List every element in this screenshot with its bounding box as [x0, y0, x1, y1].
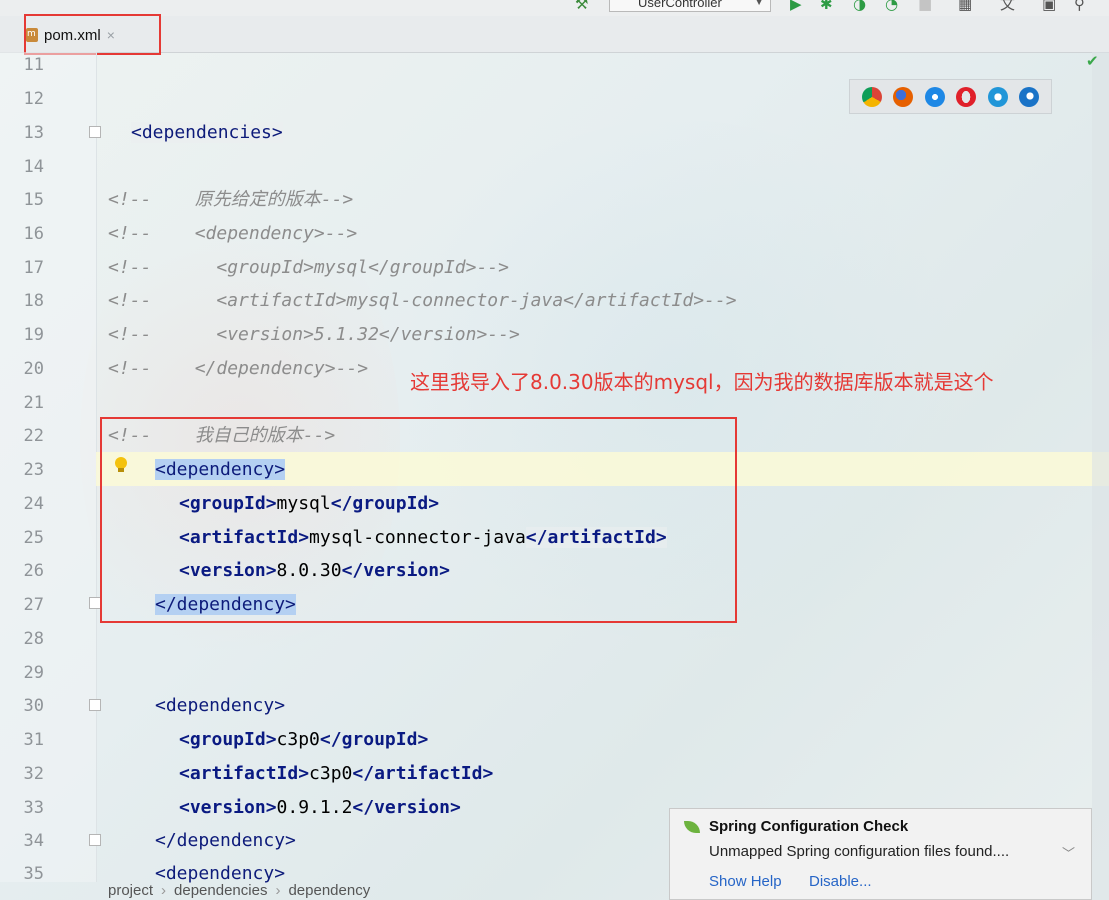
- line-number: 34: [23, 831, 44, 851]
- translate-icon[interactable]: 文: [1000, 0, 1015, 12]
- code-token: </version>: [352, 797, 461, 818]
- opera-icon[interactable]: [956, 86, 977, 107]
- run-configuration-label: UserController: [638, 0, 722, 10]
- code-comment: <!-- 原先给定的版本-->: [108, 189, 354, 210]
- code-token: <version>: [179, 797, 277, 818]
- fold-marker[interactable]: [89, 834, 101, 846]
- line-number: 31: [23, 730, 44, 750]
- notification-title: Spring Configuration Check: [709, 818, 909, 835]
- line-number: 12: [23, 89, 44, 109]
- chevron-down-icon[interactable]: ﹀: [1062, 843, 1075, 862]
- line-number: 15: [23, 190, 44, 210]
- breadcrumb-separator: ›: [275, 882, 281, 899]
- run-configuration-select[interactable]: UserController ▼: [609, 0, 771, 12]
- edge-icon[interactable]: [1019, 86, 1040, 107]
- breadcrumb-item[interactable]: dependencies: [174, 882, 267, 899]
- coverage-icon[interactable]: ◑: [853, 0, 866, 12]
- code-value: c3p0: [276, 729, 320, 750]
- code-token: </artifactId>: [352, 763, 494, 784]
- line-number: 35: [23, 864, 44, 884]
- code-comment: <!-- <groupId>mysql</groupId>-->: [108, 257, 509, 278]
- chevron-down-icon: ▼: [754, 0, 764, 8]
- fold-marker[interactable]: [89, 126, 101, 138]
- search-icon[interactable]: ⚲: [1074, 0, 1085, 12]
- build-hammer-icon[interactable]: ⚒: [575, 0, 588, 12]
- notification-message: Unmapped Spring configuration files foun…: [709, 843, 1010, 860]
- firefox-icon[interactable]: [893, 86, 914, 107]
- line-number: 19: [23, 325, 44, 345]
- line-number: 17: [23, 258, 44, 278]
- code-token: <dependencies>: [131, 122, 283, 143]
- run-icon[interactable]: ▶: [790, 0, 802, 12]
- line-number: 14: [23, 157, 44, 177]
- code-comment: <!-- </dependency>-->: [108, 358, 369, 379]
- chrome-icon[interactable]: [861, 86, 882, 107]
- browser-preview-bar: [849, 79, 1052, 114]
- code-value: c3p0: [309, 763, 353, 784]
- profile-icon[interactable]: ◔: [885, 0, 898, 12]
- line-number: 25: [23, 528, 44, 548]
- run-panel-icon[interactable]: ▣: [1042, 0, 1056, 12]
- annotation-box-dependency: [100, 417, 737, 623]
- line-number: 20: [23, 359, 44, 379]
- code-comment: <!-- <artifactId>mysql-connector-java</a…: [108, 290, 737, 311]
- spring-leaf-icon: [684, 821, 700, 833]
- line-number: 27: [23, 595, 44, 615]
- code-comment: <!-- <version>5.1.32</version>-->: [108, 324, 520, 345]
- ie-icon[interactable]: [987, 86, 1008, 107]
- main-toolbar: ⚒ UserController ▼ ▶ ✱ ◑ ◔ ■ ▦ 文 ▣ ⚲: [0, 0, 1109, 16]
- code-token: </dependency>: [155, 830, 296, 851]
- breadcrumb: project › dependencies › dependency: [96, 882, 1092, 900]
- line-number: 23: [23, 460, 44, 480]
- line-number: 32: [23, 764, 44, 784]
- line-number: 21: [23, 393, 44, 413]
- annotation-text: 这里我导入了8.0.30版本的mysql，因为我的数据库版本就是这个: [410, 370, 994, 394]
- code-comment: <!-- <dependency>-->: [108, 223, 358, 244]
- line-number: 18: [23, 291, 44, 311]
- line-number: 26: [23, 561, 44, 581]
- line-number: 28: [23, 629, 44, 649]
- code-token: <dependency>: [155, 695, 286, 716]
- line-number: 11: [23, 55, 44, 75]
- line-number: 22: [23, 426, 44, 446]
- inspection-ok-icon[interactable]: ✔: [1086, 52, 1099, 70]
- code-token: <groupId>: [179, 729, 277, 750]
- line-number: 16: [23, 224, 44, 244]
- line-number: 29: [23, 663, 44, 683]
- safari-icon[interactable]: [924, 86, 945, 107]
- code-token: <artifactId>: [179, 763, 310, 784]
- line-number: 33: [23, 798, 44, 818]
- project-structure-icon[interactable]: ▦: [958, 0, 972, 12]
- vertical-scrollbar[interactable]: [1092, 52, 1109, 900]
- fold-marker[interactable]: [89, 699, 101, 711]
- code-value: 0.9.1.2: [276, 797, 353, 818]
- code-token: <dependency>: [155, 863, 286, 884]
- line-number: 30: [23, 696, 44, 716]
- code-token: </groupId>: [319, 729, 429, 750]
- line-number: 13: [23, 123, 44, 143]
- breadcrumb-separator: ›: [161, 882, 167, 899]
- line-number: 24: [23, 494, 44, 514]
- breadcrumb-item[interactable]: dependency: [288, 882, 370, 899]
- stop-icon[interactable]: ■: [918, 0, 932, 12]
- debug-icon[interactable]: ✱: [820, 0, 833, 12]
- breadcrumb-item[interactable]: project: [108, 882, 153, 899]
